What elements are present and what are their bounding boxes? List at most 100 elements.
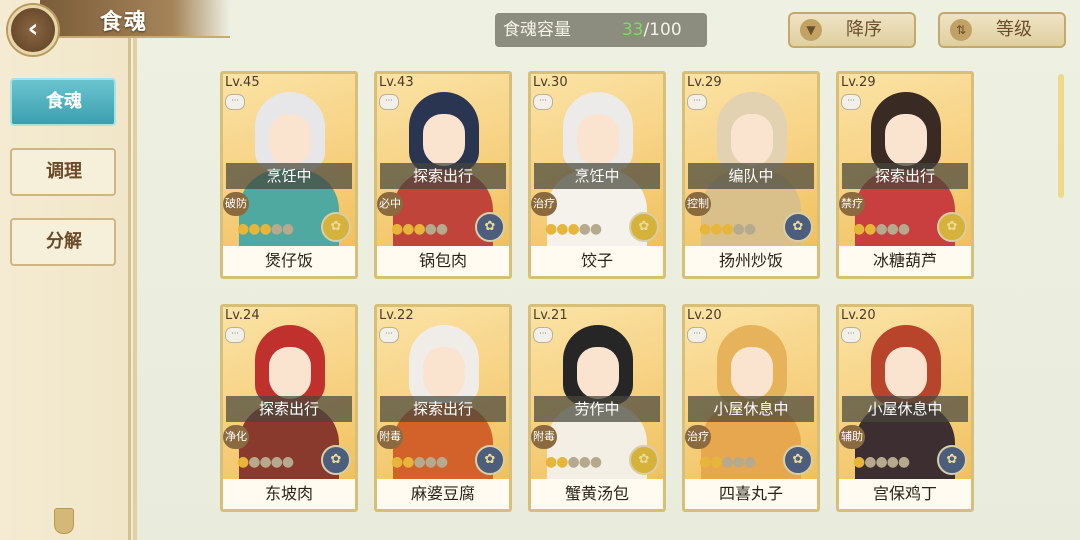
- skill-flower-icon: ✿: [321, 212, 351, 242]
- level-label: Lv.22: [379, 308, 414, 323]
- star-rating: ●●●●●: [853, 454, 910, 470]
- level-label: Lv.29: [841, 75, 876, 90]
- status-label: 探索出行: [842, 163, 968, 189]
- star-icon: ●: [743, 221, 756, 237]
- character-face: [885, 114, 927, 166]
- food-soul-card[interactable]: Lv.29 ··· 编队中 控制 ●●●●● ✿ 扬州炒饭: [682, 71, 820, 279]
- sort-level-label: 等级: [996, 19, 1032, 40]
- sort-down-icon: ▼: [800, 19, 822, 41]
- skill-flower-icon: ✿: [783, 445, 813, 475]
- chat-bubble-icon: ···: [687, 327, 707, 343]
- status-label: 劳作中: [534, 396, 660, 422]
- role-badge: 附毒: [531, 425, 557, 449]
- star-icon: ●: [853, 221, 865, 237]
- sort-order-button[interactable]: ▼ 降序: [788, 12, 916, 48]
- level-label: Lv.45: [225, 75, 260, 90]
- role-badge: 禁疗: [839, 192, 865, 216]
- role-badge: 治疗: [531, 192, 557, 216]
- star-icon: ●: [875, 454, 887, 470]
- skill-flower-icon: ✿: [937, 212, 967, 242]
- star-icon: ●: [281, 454, 294, 470]
- status-label: 探索出行: [380, 163, 506, 189]
- character-name: 宫保鸡丁: [839, 479, 971, 509]
- star-icon: ●: [259, 454, 271, 470]
- food-soul-card[interactable]: Lv.30 ··· 烹饪中 治疗 ●●●●● ✿ 饺子: [528, 71, 666, 279]
- star-icon: ●: [721, 454, 733, 470]
- sort-order-label: 降序: [846, 19, 882, 40]
- chat-bubble-icon: ···: [841, 94, 861, 110]
- star-icon: ●: [853, 454, 865, 470]
- level-label: Lv.24: [225, 308, 260, 323]
- star-icon: ●: [270, 454, 283, 470]
- star-icon: ●: [732, 454, 745, 470]
- food-soul-card[interactable]: Lv.43 ··· 探索出行 必中 ●●●●● ✿ 锅包肉: [374, 71, 512, 279]
- role-badge: 辅助: [839, 425, 865, 449]
- character-face: [269, 114, 311, 166]
- character-face: [885, 347, 927, 399]
- skill-flower-icon: ✿: [937, 445, 967, 475]
- sort-level-button[interactable]: ⇅ 等级: [938, 12, 1066, 48]
- character-face: [577, 347, 619, 399]
- capacity-max: /100: [643, 20, 682, 40]
- character-name: 煲仔饭: [223, 246, 355, 276]
- role-badge: 控制: [685, 192, 711, 216]
- star-rating: ●●●●●: [237, 454, 294, 470]
- food-soul-card[interactable]: Lv.24 ··· 探索出行 净化 ●●●●● ✿ 东坡肉: [220, 304, 358, 512]
- star-icon: ●: [413, 221, 425, 237]
- star-icon: ●: [391, 221, 403, 237]
- food-soul-card[interactable]: Lv.21 ··· 劳作中 附毒 ●●●●● ✿ 蟹黄汤包: [528, 304, 666, 512]
- character-face: [423, 114, 465, 166]
- star-icon: ●: [237, 454, 249, 470]
- star-icon: ●: [435, 454, 448, 470]
- character-face: [731, 114, 773, 166]
- star-icon: ●: [886, 221, 899, 237]
- chat-bubble-icon: ···: [225, 327, 245, 343]
- star-icon: ●: [248, 454, 260, 470]
- star-rating: ●●●●●: [237, 221, 294, 237]
- back-button[interactable]: ‹: [8, 5, 58, 55]
- level-label: Lv.29: [687, 75, 722, 90]
- tab-decompose[interactable]: 分解: [10, 218, 116, 266]
- star-icon: ●: [710, 221, 722, 237]
- star-icon: ●: [897, 221, 910, 237]
- star-icon: ●: [545, 221, 557, 237]
- tab-label: 食魂: [46, 91, 82, 112]
- level-label: Lv.43: [379, 75, 414, 90]
- star-icon: ●: [435, 221, 448, 237]
- chat-bubble-icon: ···: [533, 94, 553, 110]
- food-soul-card[interactable]: Lv.45 ··· 烹饪中 破防 ●●●●● ✿ 煲仔饭: [220, 71, 358, 279]
- character-face: [269, 347, 311, 399]
- star-icon: ●: [413, 454, 425, 470]
- star-icon: ●: [270, 221, 283, 237]
- chat-bubble-icon: ···: [841, 327, 861, 343]
- star-icon: ●: [699, 454, 711, 470]
- star-icon: ●: [248, 221, 260, 237]
- food-soul-card[interactable]: Lv.20 ··· 小屋休息中 辅助 ●●●●● ✿ 宫保鸡丁: [836, 304, 974, 512]
- food-soul-card[interactable]: Lv.29 ··· 探索出行 禁疗 ●●●●● ✿ 冰糖葫芦: [836, 71, 974, 279]
- scroll-pin-ornament: [54, 508, 74, 534]
- role-badge: 附毒: [377, 425, 403, 449]
- status-label: 小屋休息中: [842, 396, 968, 422]
- character-name: 锅包肉: [377, 246, 509, 276]
- food-soul-card[interactable]: Lv.22 ··· 探索出行 附毒 ●●●●● ✿ 麻婆豆腐: [374, 304, 512, 512]
- star-icon: ●: [589, 454, 602, 470]
- scrollbar[interactable]: [1058, 74, 1064, 198]
- character-name: 饺子: [531, 246, 663, 276]
- star-icon: ●: [710, 454, 722, 470]
- star-icon: ●: [556, 454, 568, 470]
- star-rating: ●●●●●: [545, 454, 602, 470]
- character-name: 东坡肉: [223, 479, 355, 509]
- chat-bubble-icon: ···: [379, 94, 399, 110]
- tab-food-souls[interactable]: 食魂: [10, 78, 116, 126]
- tab-condition[interactable]: 调理: [10, 148, 116, 196]
- star-icon: ●: [259, 221, 271, 237]
- food-soul-card[interactable]: Lv.20 ··· 小屋休息中 治疗 ●●●●● ✿ 四喜丸子: [682, 304, 820, 512]
- character-name: 四喜丸子: [685, 479, 817, 509]
- star-icon: ●: [743, 454, 756, 470]
- skill-flower-icon: ✿: [321, 445, 351, 475]
- star-rating: ●●●●●: [699, 454, 756, 470]
- star-icon: ●: [699, 221, 711, 237]
- role-badge: 治疗: [685, 425, 711, 449]
- character-face: [423, 347, 465, 399]
- star-icon: ●: [567, 454, 579, 470]
